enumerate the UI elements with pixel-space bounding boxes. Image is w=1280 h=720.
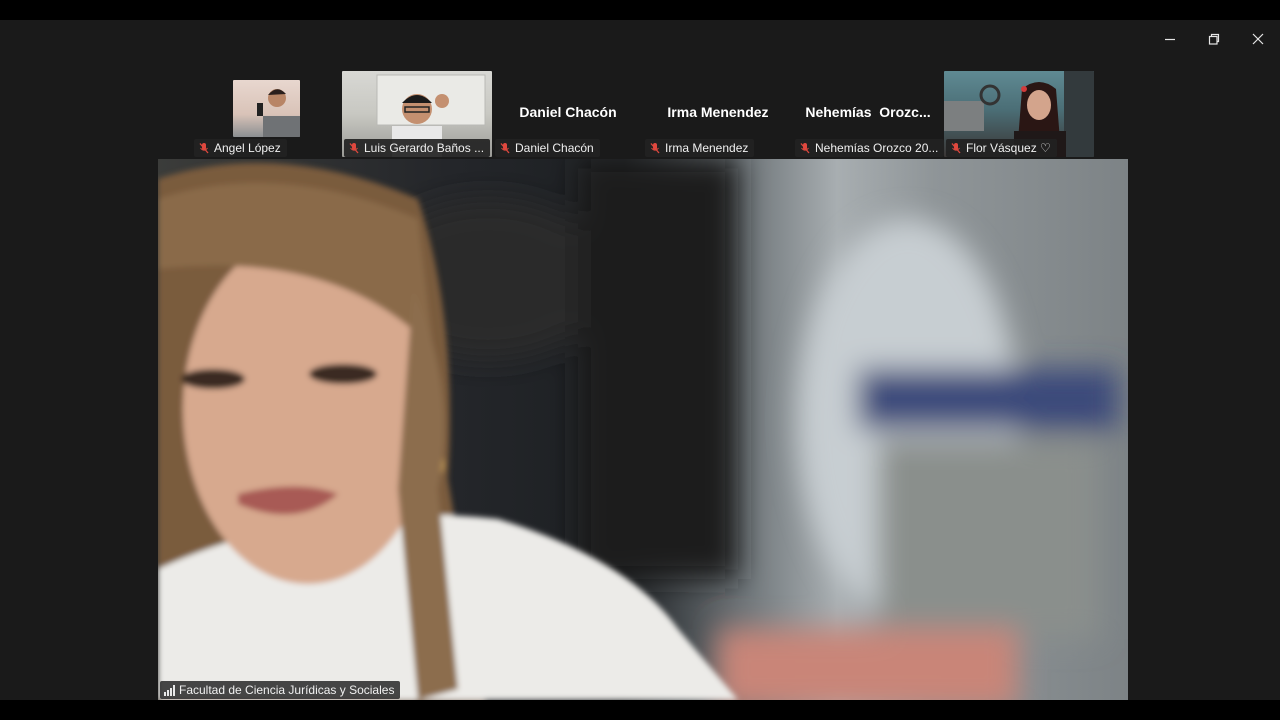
minimize-icon [1165, 38, 1175, 41]
muted-mic-icon [951, 143, 961, 154]
speaker-name: Facultad de Ciencia Jurídicas y Sociales [179, 683, 395, 697]
speaker-video-frame [158, 159, 1118, 700]
participant-name: Nehemías Orozco 20... [815, 141, 939, 155]
participant-video [233, 80, 300, 137]
restore-button[interactable] [1192, 20, 1236, 58]
muted-mic-icon [500, 143, 510, 154]
participant-display-name: Irma Menendez [667, 104, 769, 120]
letterbox-top [0, 0, 1280, 20]
participant-name-plate: Nehemías Orozco 20... [795, 139, 945, 157]
participant-name-plate: Irma Menendez [645, 139, 755, 157]
participant-tile[interactable]: Irma Menendez Irma Menendez [643, 71, 793, 157]
participant-name: Daniel Chacón [515, 141, 594, 155]
participant-name-plate: Luis Gerardo Baños ... [344, 139, 491, 157]
close-icon [1252, 33, 1264, 45]
minimize-button[interactable] [1148, 20, 1192, 58]
participant-name: Flor Vásquez ♡ [966, 141, 1051, 155]
muted-mic-icon [650, 143, 660, 154]
close-button[interactable] [1236, 20, 1280, 58]
participant-tile[interactable]: Flor Vásquez ♡ [944, 71, 1094, 157]
muted-mic-icon [800, 143, 810, 154]
muted-mic-icon [349, 143, 359, 154]
participant-name-plate: Daniel Chacón [495, 139, 600, 157]
letterbox-bottom [0, 700, 1280, 720]
participant-name-plate: Flor Vásquez ♡ [946, 139, 1057, 157]
participant-name-plate: Angel López [194, 139, 287, 157]
window-controls [1148, 20, 1280, 58]
speaker-name-plate: Facultad de Ciencia Jurídicas y Sociales [160, 681, 401, 699]
restore-icon [1208, 33, 1220, 45]
participant-tile[interactable]: Angel López [192, 71, 340, 157]
participant-name: Irma Menendez [665, 141, 749, 155]
participant-tile[interactable]: Daniel Chacón Daniel Chacón [493, 71, 643, 157]
participant-tile[interactable]: Luis Gerardo Baños ... [342, 71, 492, 157]
participant-tile[interactable]: Nehemías Orozc... Nehemías Orozco 20... [793, 71, 945, 157]
signal-strength-icon [164, 684, 175, 696]
participant-name: Angel López [214, 141, 281, 155]
participant-name: Luis Gerardo Baños ... [364, 141, 485, 155]
muted-mic-icon [199, 143, 209, 154]
active-speaker-video[interactable]: Facultad de Ciencia Jurídicas y Sociales [158, 159, 1128, 700]
participant-display-name: Nehemías Orozc... [805, 104, 931, 120]
participant-display-name: Daniel Chacón [519, 104, 617, 120]
